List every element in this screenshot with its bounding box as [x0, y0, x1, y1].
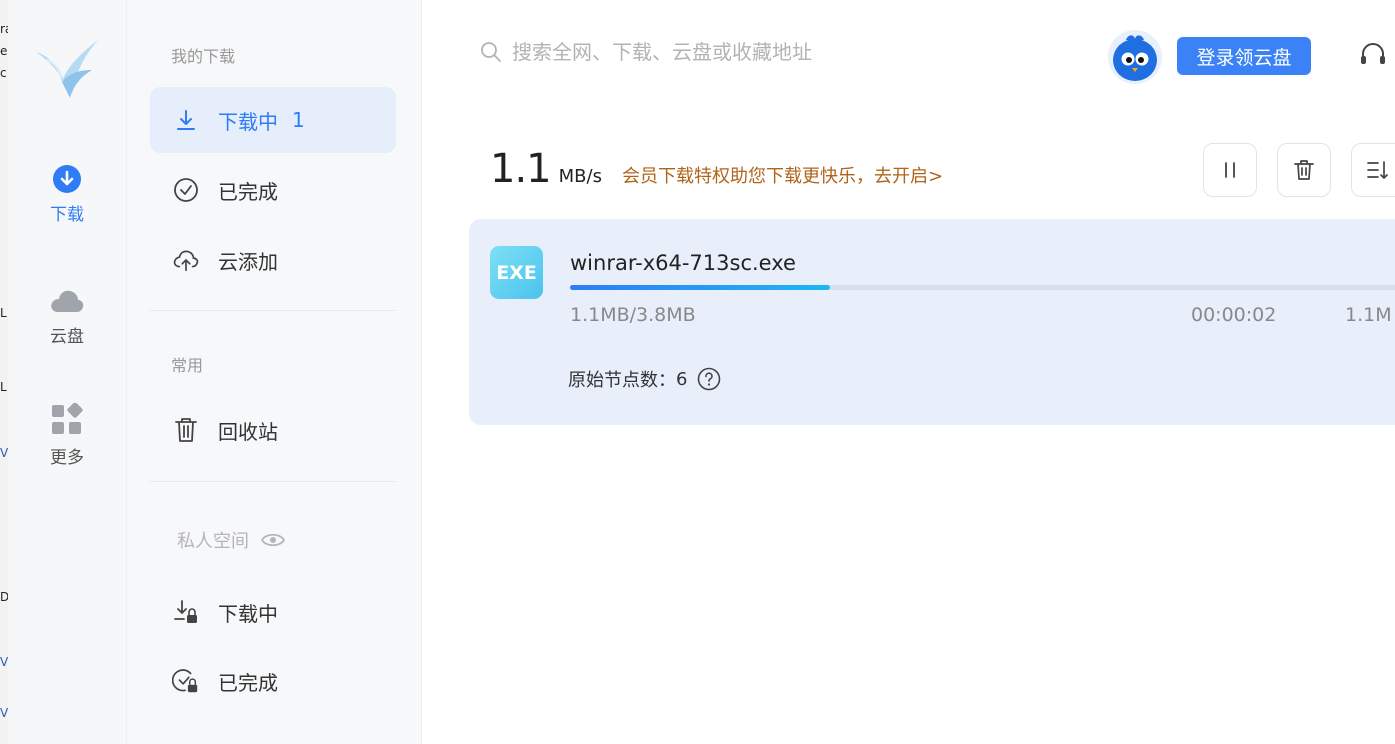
edge-text: L	[0, 380, 7, 394]
section-title-common: 常用	[171, 356, 204, 375]
nav-divider	[150, 310, 396, 311]
task-progress-bar	[570, 285, 1395, 290]
edge-text: e	[0, 44, 8, 58]
nav-item-private-completed[interactable]: 已完成	[150, 648, 396, 714]
main-panel: 登录领云盘 1.1 MB/s 会员下载特权助您下载更快乐，去开启> EXE wi…	[422, 0, 1395, 744]
list-sort-icon	[1367, 161, 1388, 179]
help-circle-icon[interactable]	[697, 367, 721, 391]
private-space-label: 私人空间	[177, 531, 249, 552]
task-time-remaining: 00:00:02	[1191, 304, 1277, 326]
trash-icon	[172, 416, 200, 444]
section-title-private-space: 私人空间	[177, 527, 285, 553]
locked-download-icon	[172, 598, 200, 626]
edge-text: c	[0, 66, 7, 80]
rail-item-download[interactable]: 下载	[8, 164, 126, 225]
edge-text: L	[0, 306, 7, 320]
download-nav-panel: 我的下载 下载中 1 已完成 云添加 常用 回收站 私人空间 下载中 已完成	[127, 0, 422, 744]
section-title-my-downloads: 我的下载	[171, 47, 236, 66]
nav-item-label: 下载中	[218, 109, 278, 134]
nav-item-label: 已完成	[218, 179, 278, 204]
avatar[interactable]	[1108, 30, 1162, 84]
nav-item-private-downloading[interactable]: 下载中	[150, 579, 396, 645]
nav-item-cloud-add[interactable]: 云添加	[150, 227, 396, 293]
nav-item-label: 下载中	[218, 601, 278, 626]
download-task-card[interactable]: EXE winrar-x64-713sc.exe 1.1MB/3.8MB 00:…	[469, 219, 1395, 425]
nav-item-recycle-bin[interactable]: 回收站	[150, 397, 396, 463]
pause-icon	[1225, 162, 1235, 178]
pause-all-button[interactable]	[1203, 143, 1257, 197]
exe-file-icon: EXE	[490, 246, 543, 299]
rail-item-label: 更多	[50, 448, 84, 468]
rail-item-label: 下载	[50, 205, 84, 225]
sort-menu-button[interactable]	[1351, 143, 1395, 197]
nodes-count: 6	[676, 368, 688, 390]
login-cloud-button[interactable]: 登录领云盘	[1177, 37, 1311, 75]
nav-divider	[150, 481, 396, 482]
vip-promo-link[interactable]: 会员下载特权助您下载更快乐，去开启>	[622, 162, 943, 188]
nodes-label: 原始节点数：	[568, 370, 676, 391]
edge-text: V	[0, 446, 9, 460]
locked-check-icon	[172, 667, 200, 695]
task-progress-fill	[570, 285, 831, 290]
edge-text: V	[0, 706, 9, 720]
downloading-count-badge: 1	[292, 108, 305, 132]
trash-icon	[1294, 160, 1314, 180]
speed-row: 1.1 MB/s 会员下载特权助您下载更快乐，去开启>	[490, 146, 943, 192]
speed-unit: MB/s	[558, 166, 602, 187]
nav-item-downloading[interactable]: 下载中 1	[150, 87, 396, 153]
nav-item-label: 云添加	[218, 249, 278, 274]
headset-icon[interactable]	[1358, 40, 1388, 70]
download-circle-icon	[53, 165, 81, 193]
rail-item-cloud[interactable]: 云盘	[8, 286, 126, 347]
cloud-upload-icon	[172, 246, 200, 274]
search-box[interactable]	[480, 40, 952, 64]
edge-text: V	[0, 655, 9, 669]
icon-rail: 下载 云盘 更多	[8, 0, 127, 744]
delete-button[interactable]	[1277, 143, 1331, 197]
search-input[interactable]	[512, 40, 952, 64]
cloud-icon	[51, 290, 84, 312]
eye-icon[interactable]	[261, 532, 285, 548]
download-arrow-icon	[172, 106, 200, 134]
nav-item-label: 已完成	[218, 670, 278, 695]
nav-item-label: 回收站	[218, 419, 278, 444]
app-logo-icon	[36, 40, 98, 98]
nav-item-completed[interactable]: 已完成	[150, 157, 396, 223]
task-rate: 1.1M	[1345, 304, 1392, 326]
rail-item-more[interactable]: 更多	[8, 403, 126, 468]
task-filename: winrar-x64-713sc.exe	[570, 251, 796, 275]
rail-item-label: 云盘	[50, 327, 84, 347]
task-size: 1.1MB/3.8MB	[570, 304, 696, 326]
grid-icon	[52, 403, 83, 434]
speed-value: 1.1	[490, 146, 552, 192]
search-icon	[481, 42, 501, 62]
task-nodes-info: 原始节点数： 6	[568, 366, 721, 392]
check-circle-icon	[172, 176, 200, 204]
